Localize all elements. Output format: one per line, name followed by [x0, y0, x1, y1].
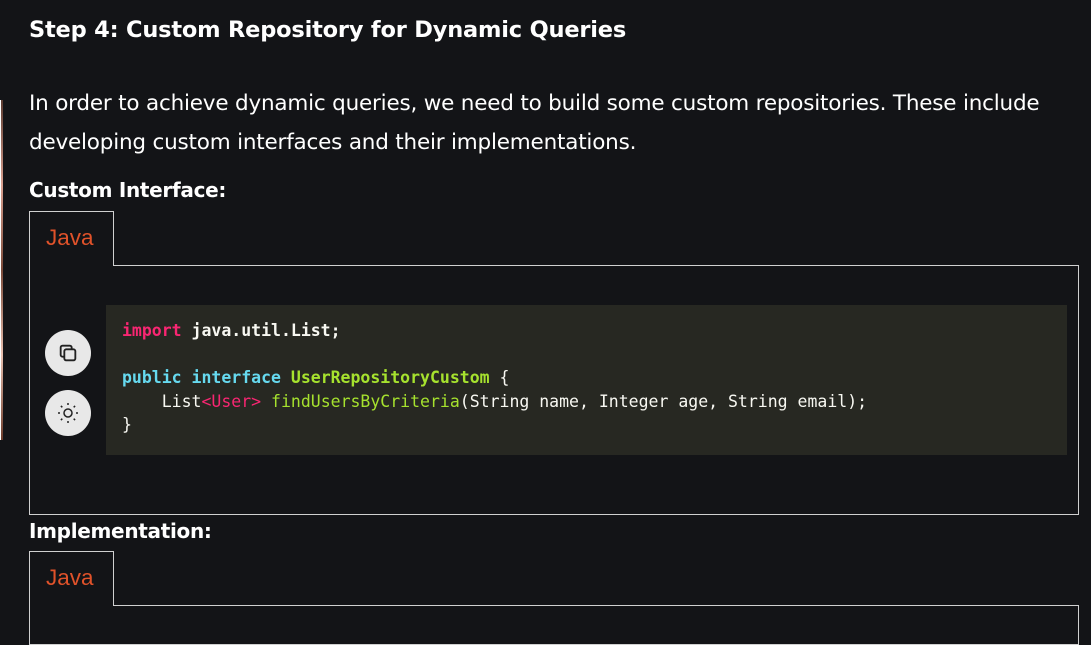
code-tab-label-2: Java [46, 565, 94, 590]
code-method-args: (String name, Integer age, String email)… [459, 391, 868, 411]
code-return-type: List [122, 391, 202, 411]
code-block: import java.util.List; public interface … [106, 305, 1067, 455]
code-open-brace: { [499, 368, 510, 387]
code-method-name: findUsersByCriteria [271, 391, 460, 411]
theme-toggle-button[interactable] [45, 390, 91, 436]
copy-button[interactable] [45, 330, 91, 376]
sun-icon [58, 403, 78, 423]
implementation-heading: Implementation: [29, 519, 212, 543]
code-keyword-public: public [122, 368, 182, 387]
code-keyword-interface: interface [191, 368, 281, 387]
step-title: Step 4: Custom Repository for Dynamic Qu… [29, 17, 627, 43]
code-keyword-import: import [122, 321, 182, 340]
code-panel-2 [29, 605, 1079, 645]
code-generic-type: <User> [201, 391, 262, 411]
intro-paragraph: In order to achieve dynamic queries, we … [29, 91, 1040, 155]
code-import-path: java.util.List; [191, 321, 341, 340]
code-tab-java-2[interactable]: Java [29, 551, 114, 606]
code-tab-java[interactable]: Java [29, 211, 114, 266]
custom-interface-heading: Custom Interface: [29, 178, 227, 202]
code-tab-label: Java [46, 225, 94, 250]
left-edge-border [0, 100, 1, 440]
code-interface-name: UserRepositoryCustom [290, 368, 490, 387]
copy-icon [59, 344, 77, 362]
code-close-brace: } [122, 415, 132, 434]
